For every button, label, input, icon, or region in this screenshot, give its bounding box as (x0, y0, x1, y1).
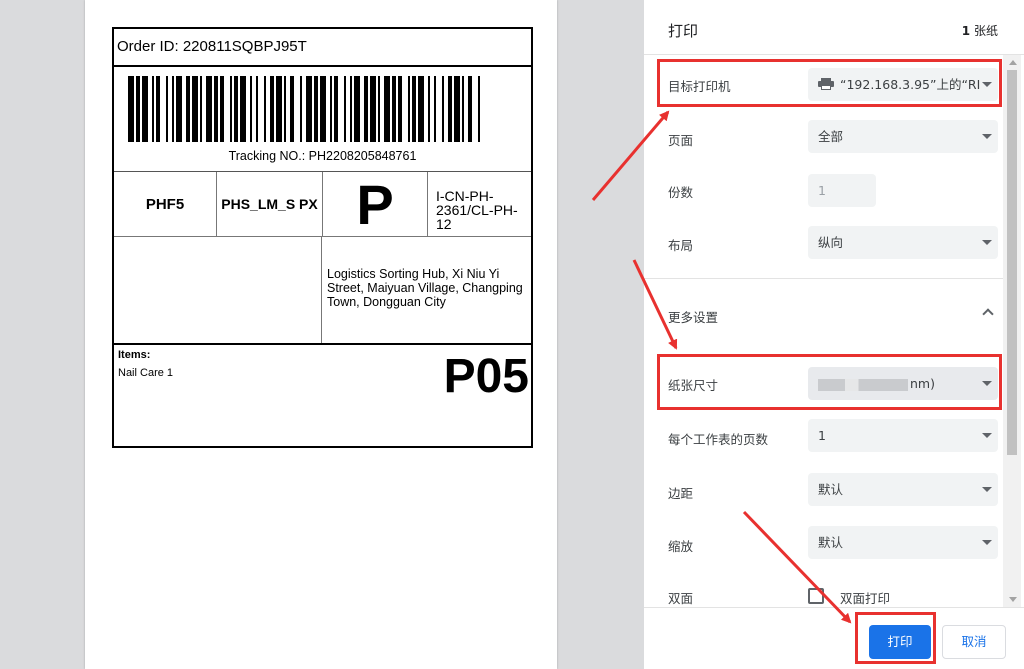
copies-label: 份数 (668, 185, 694, 200)
chevron-up-icon[interactable] (982, 308, 994, 320)
highlight-box-destination (657, 59, 1002, 107)
address-empty-cell (114, 237, 322, 343)
more-settings-label[interactable]: 更多设置 (668, 307, 718, 326)
chevron-down-icon (982, 540, 992, 545)
routing-code-1: PHF5 (114, 172, 217, 236)
preview-page: Order ID: 220811SQBPJ95T Tracking NO.: P… (85, 0, 557, 669)
barcode-image (128, 76, 480, 142)
order-id: Order ID: 220811SQBPJ95T (117, 38, 307, 55)
pages-per-sheet-label: 每个工作表的页数 (668, 432, 769, 447)
scale-value: 默认 (818, 535, 844, 550)
barcode-section: Tracking NO.: PH2208205848761 (114, 67, 531, 172)
layout-value: 纵向 (818, 235, 844, 250)
sheet-count: 1 张纸 (962, 22, 998, 39)
print-preview-area: Order ID: 220811SQBPJ95T Tracking NO.: P… (0, 0, 644, 669)
duplex-option-label[interactable]: 双面打印 (840, 588, 890, 607)
section-divider (644, 278, 1006, 279)
settings-scroll-area[interactable]: 目标打印机 “192.168.3.95”上的“RI 页面 全部 份数 1 布局 … (644, 55, 1006, 607)
chevron-down-icon (982, 240, 992, 245)
margins-select[interactable]: 默认 (808, 473, 998, 506)
layout-label: 布局 (668, 238, 694, 253)
order-row: Order ID: 220811SQBPJ95T (114, 29, 531, 67)
pages-per-sheet-select[interactable]: 1 (808, 419, 998, 452)
margins-label: 边距 (668, 486, 694, 501)
panel-header: 打印 1 张纸 (644, 0, 1024, 55)
routing-code-2: PHS_LM_S PX (217, 172, 323, 236)
duplex-label: 双面 (668, 591, 694, 606)
cancel-button[interactable]: 取消 (942, 625, 1006, 659)
routing-code-4: I-CN-PH-2361/CL-PH-12 (436, 188, 518, 232)
routing-codes-row: PHF5 PHS_LM_S PX P I-CN-PH-2361/CL-PH-12 (114, 172, 531, 237)
items-row: Items: Nail Care 1 P05 (114, 345, 531, 446)
pages-select[interactable]: 全部 (808, 120, 998, 153)
highlight-box-paper-size (657, 354, 1002, 410)
scale-select[interactable]: 默认 (808, 526, 998, 559)
panel-title: 打印 (668, 22, 699, 40)
duplex-checkbox[interactable] (808, 588, 824, 604)
scroll-down-arrow-icon[interactable] (1009, 597, 1017, 602)
sender-address: Logistics Sorting Hub, Xi Niu Yi Street,… (327, 267, 523, 309)
chevron-down-icon (982, 433, 992, 438)
pages-per-sheet-value: 1 (818, 428, 826, 443)
margins-value: 默认 (818, 482, 844, 497)
tracking-number: Tracking NO.: PH2208205848761 (228, 149, 417, 163)
items-value: Nail Care 1 (118, 367, 174, 379)
routing-code-3: P (323, 172, 428, 236)
layout-select[interactable]: 纵向 (808, 226, 998, 259)
chevron-down-icon (982, 487, 992, 492)
copies-input[interactable]: 1 (808, 174, 876, 207)
scrollbar-thumb[interactable] (1007, 70, 1017, 455)
zone-code: P05 (443, 350, 529, 403)
pages-value: 全部 (818, 129, 844, 144)
highlight-box-print-button (855, 612, 936, 664)
address-row: Logistics Sorting Hub, Xi Niu Yi Street,… (114, 237, 531, 345)
sheet-count-unit: 张纸 (973, 24, 998, 38)
scroll-up-arrow-icon[interactable] (1009, 60, 1017, 65)
scale-label: 缩放 (668, 539, 694, 554)
items-label: Items: (118, 349, 151, 361)
panel-footer: 打印 取消 (644, 607, 1024, 669)
chevron-down-icon (982, 134, 992, 139)
pages-label: 页面 (668, 133, 694, 148)
sheet-count-number: 1 (961, 24, 971, 38)
shipping-label: Order ID: 220811SQBPJ95T Tracking NO.: P… (112, 27, 533, 448)
